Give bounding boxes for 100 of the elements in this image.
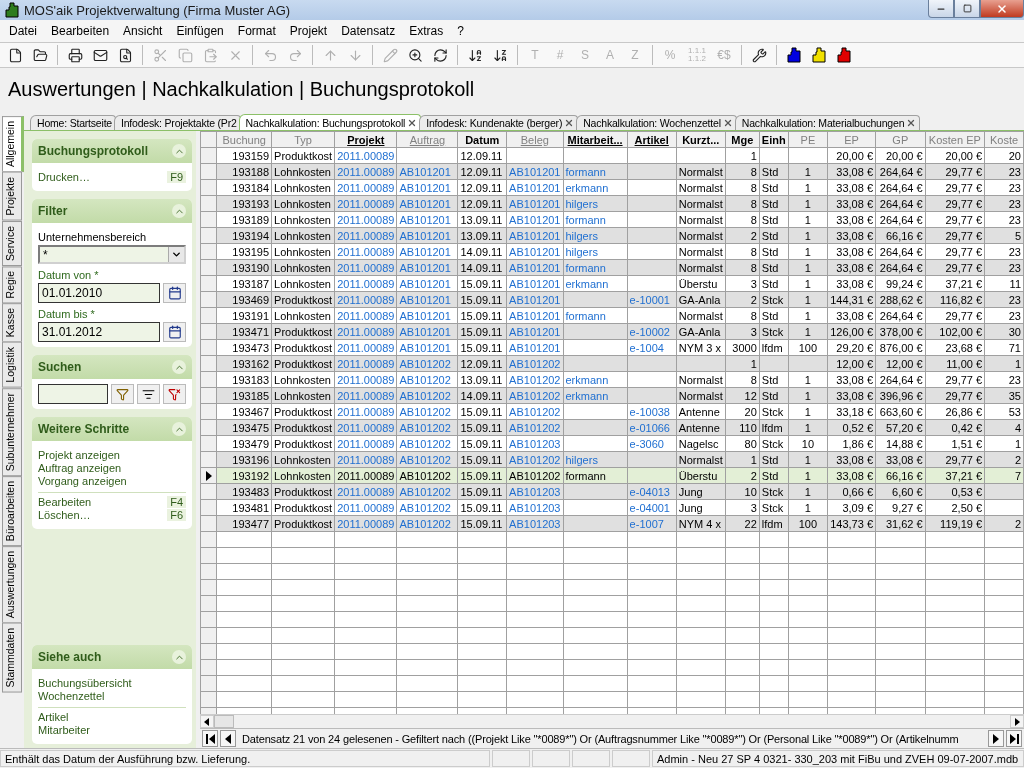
side-link[interactable]: Drucken… <box>38 171 90 183</box>
menu-item[interactable]: Datei <box>2 24 44 38</box>
column-header[interactable]: Koste <box>984 131 1024 148</box>
side-link[interactable]: Mitarbeiter <box>38 724 90 736</box>
close-icon[interactable] <box>906 118 917 128</box>
search-field[interactable] <box>38 384 108 404</box>
menu-item[interactable]: Format <box>230 24 283 38</box>
undo-icon <box>262 47 278 63</box>
side-link[interactable]: Buchungsübersicht <box>38 677 132 689</box>
menu-item[interactable]: Extras <box>402 24 451 38</box>
side-tab[interactable]: Kasse <box>2 303 22 343</box>
column-header[interactable]: Projekt <box>334 131 397 148</box>
column-header[interactable]: Auftrag <box>396 131 458 148</box>
scroll-left-button[interactable] <box>200 715 214 728</box>
table-cell: 8 <box>750 165 757 178</box>
first-record-button[interactable] <box>202 730 218 747</box>
column-header[interactable]: Mge <box>725 131 760 148</box>
clear-filter-button[interactable] <box>163 384 186 404</box>
side-tab[interactable]: Subunternehmer <box>2 387 22 477</box>
menu-item[interactable]: Einfügen <box>169 24 231 38</box>
document-tab[interactable]: Nachkalkulation: Wochenzettel <box>576 115 737 130</box>
previous-record-button[interactable] <box>220 730 236 747</box>
close-icon[interactable] <box>407 117 418 128</box>
table-cell: 7 <box>1014 469 1021 482</box>
scrollbar-thumb[interactable] <box>214 715 234 728</box>
document-tab[interactable]: Nachkalkulation: Buchungsprotokoll <box>238 114 422 130</box>
table-cell: Std <box>761 469 779 482</box>
menu-item[interactable]: Datensatz <box>334 24 403 38</box>
dropdown[interactable]: * <box>38 245 186 264</box>
side-tab[interactable]: Regie <box>2 265 22 304</box>
side-tab[interactable]: Logistik <box>2 342 22 388</box>
side-link[interactable]: Artikel <box>38 711 69 723</box>
table-cell: 0,42 € <box>951 421 983 434</box>
menu-item[interactable]: ? <box>450 24 471 38</box>
column-header[interactable]: Typ <box>271 131 335 148</box>
side-tab[interactable]: Service <box>2 220 22 266</box>
document-tab[interactable]: Infodesk: Kundenakte (berger) <box>419 115 579 130</box>
table-cell: 1 <box>804 261 811 274</box>
side-link[interactable]: Löschen… <box>38 509 91 521</box>
document-tab[interactable]: Home: Startseite <box>30 115 116 130</box>
side-tab[interactable]: Büroarbeiten <box>2 476 22 547</box>
column-header[interactable]: Buchung <box>216 131 272 148</box>
table-cell: 1 <box>804 421 811 434</box>
table-cell: 53 <box>1008 405 1021 418</box>
table-cell: 102,00 € <box>939 325 983 338</box>
scissors-icon <box>152 47 168 63</box>
side-tab[interactable]: Stammdaten <box>2 623 22 693</box>
filter-list-button[interactable] <box>137 384 160 404</box>
document-tab[interactable]: Nachkalkulation: Materialbuchungen <box>734 115 921 130</box>
menu-item[interactable]: Ansicht <box>116 24 170 38</box>
minimize-button[interactable] <box>928 0 954 18</box>
column-header[interactable]: Kosten EP <box>925 131 985 148</box>
side-tab[interactable]: Projekte <box>2 172 22 221</box>
side-tab[interactable]: Allgemein <box>2 116 24 173</box>
puzzle-person-icon[interactable] <box>811 47 827 63</box>
puzzle-person-icon[interactable] <box>836 47 852 63</box>
table-cell: 193184 <box>232 181 270 194</box>
close-button[interactable] <box>980 0 1024 18</box>
maximize-button[interactable] <box>954 0 980 18</box>
next-record-button[interactable] <box>988 730 1004 747</box>
table-cell: Lohnkosten <box>274 197 331 210</box>
puzzle-person-icon[interactable] <box>786 47 802 63</box>
filter-button[interactable] <box>111 384 134 404</box>
calendar-button[interactable] <box>163 283 186 303</box>
column-header[interactable]: Datum <box>457 131 507 148</box>
table-cell: 193191 <box>232 309 270 322</box>
column-header[interactable]: EP <box>827 131 876 148</box>
app-icon[interactable] <box>4 2 20 18</box>
column-header[interactable]: Einh <box>759 131 789 148</box>
menu-item[interactable]: Projekt <box>282 24 335 38</box>
table-cell: Produktkost <box>274 341 333 354</box>
column-header[interactable]: Artikel <box>627 131 677 148</box>
table-cell: 29,77 € <box>945 373 983 386</box>
calendar-button[interactable] <box>163 322 186 342</box>
table-cell: 264,64 € <box>879 373 923 386</box>
table-cell: Normalst <box>678 213 723 226</box>
close-icon[interactable] <box>564 118 575 128</box>
table-cell: Produktkost <box>274 357 333 370</box>
column-header[interactable]: Kurzt... <box>676 131 726 148</box>
menu-item[interactable]: Bearbeiten <box>44 24 117 38</box>
column-header[interactable]: Beleg <box>506 131 563 148</box>
close-icon[interactable] <box>722 118 733 128</box>
column-header[interactable]: Mitarbeit... <box>563 131 628 148</box>
date-field[interactable]: 01.01.2010 <box>38 283 160 303</box>
side-link[interactable]: Bearbeiten <box>38 496 92 508</box>
table-cell: 23 <box>1008 293 1021 306</box>
table-cell: 15.09.11 <box>460 277 503 290</box>
side-link[interactable]: Wochenzettel <box>38 690 105 702</box>
table-cell: 3000 <box>732 341 757 354</box>
column-header[interactable]: GP <box>875 131 926 148</box>
table-cell: 1 <box>750 357 757 370</box>
side-link[interactable]: Projekt anzeigen <box>38 449 120 461</box>
scroll-right-button[interactable] <box>1010 715 1024 728</box>
column-header[interactable]: PE <box>788 131 828 148</box>
document-tab[interactable]: Infodesk: Projektakte (Pr2 <box>114 115 241 130</box>
last-record-button[interactable] <box>1006 730 1022 747</box>
date-field[interactable]: 31.01.2012 <box>38 322 160 342</box>
side-link[interactable]: Vorgang anzeigen <box>38 475 127 487</box>
side-link[interactable]: Auftrag anzeigen <box>38 462 122 474</box>
side-tab[interactable]: Auswertungen <box>2 546 22 624</box>
